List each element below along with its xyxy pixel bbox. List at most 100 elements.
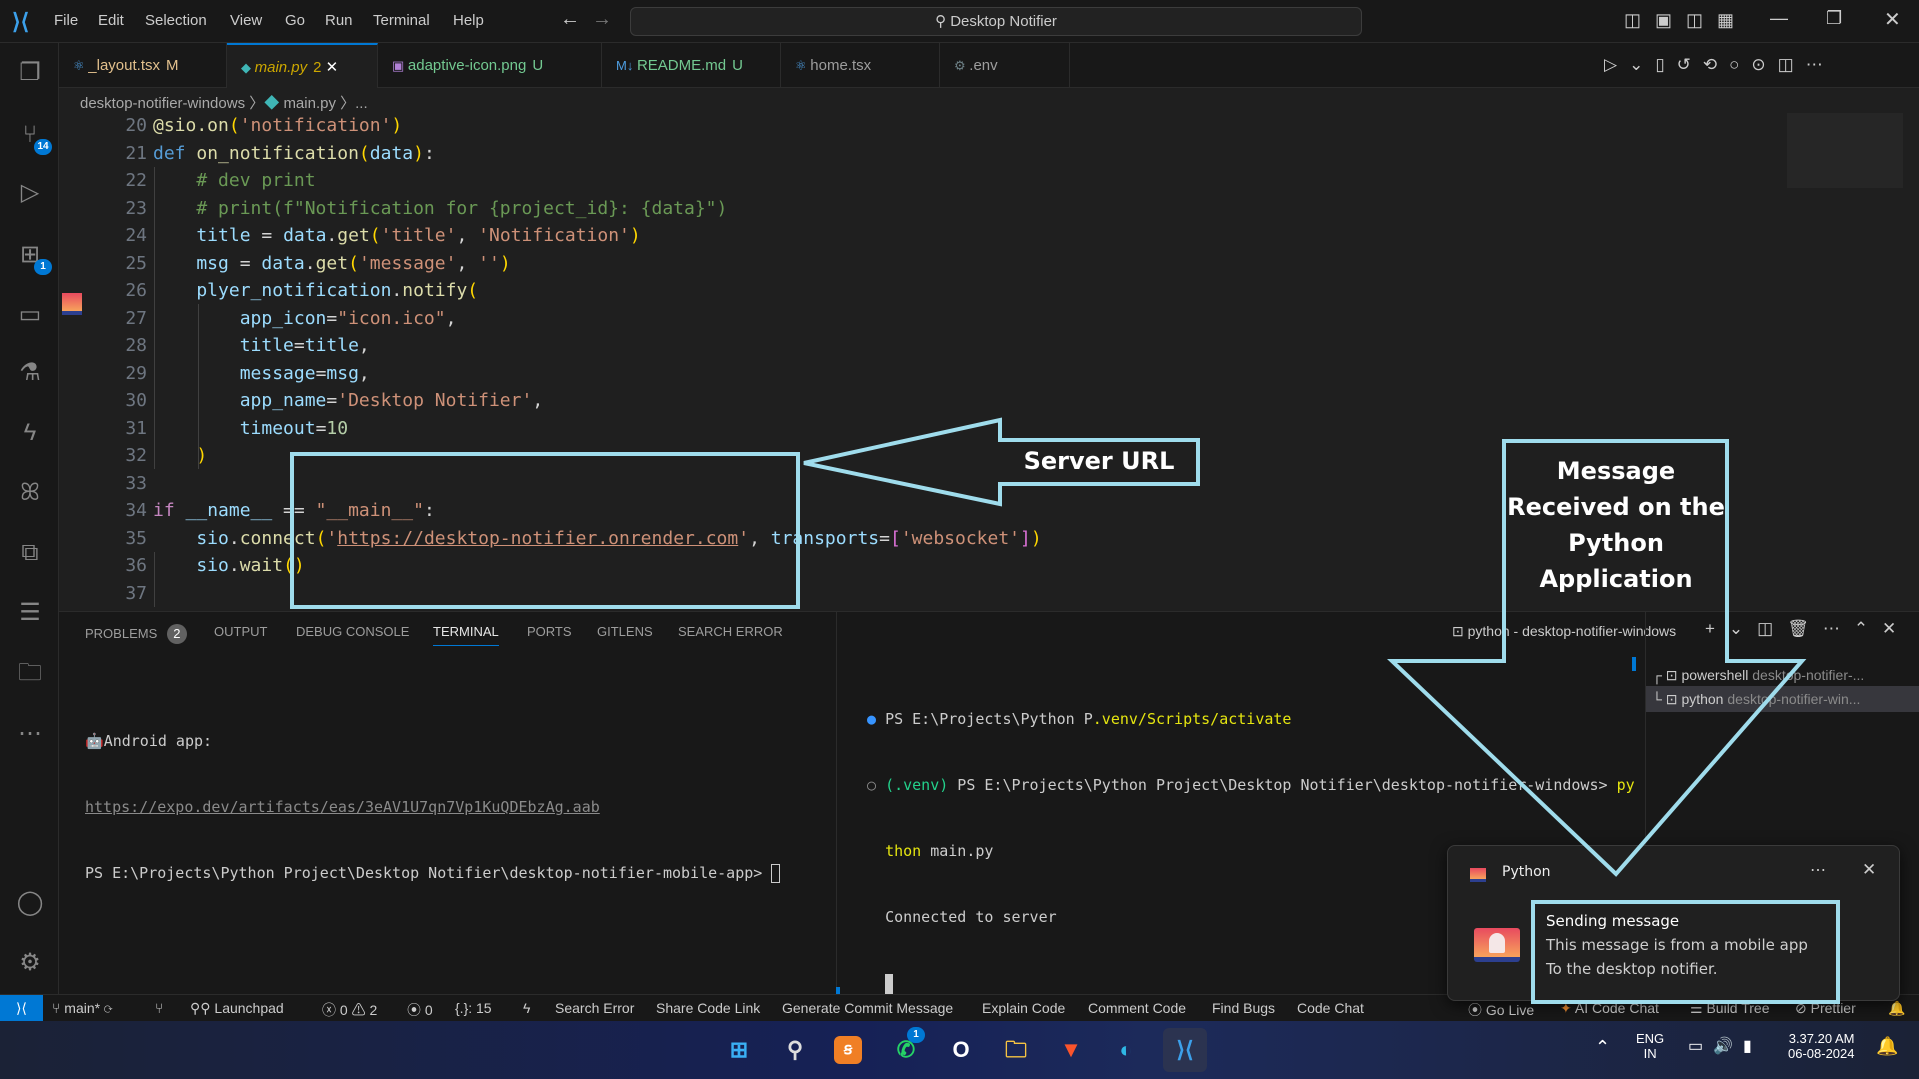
account-icon[interactable]: ◯: [14, 887, 46, 919]
status-search-error[interactable]: Search Error: [555, 1000, 634, 1016]
lightning-icon[interactable]: ϟ: [523, 1000, 530, 1016]
menu-view[interactable]: View: [230, 12, 262, 29]
extensions-icon[interactable]: ⊞ 1: [14, 239, 52, 275]
code-line[interactable]: title = data.get('title', 'Notification'…: [153, 222, 640, 250]
terminal-list-item[interactable]: ┌ ⊡ powershell desktop-notifier-...: [1646, 664, 1919, 686]
tab-output[interactable]: OUTPUT: [214, 624, 267, 639]
back-arrow-icon[interactable]: ←: [560, 8, 580, 31]
edge-icon[interactable]: ◐: [1109, 1033, 1143, 1067]
code-line[interactable]: message=msg,: [153, 360, 370, 388]
code-line[interactable]: # print(f"Notification for {project_id}:…: [153, 195, 727, 223]
scrollbar[interactable]: [1632, 657, 1636, 671]
editor-actions-icons[interactable]: ▷⌄▯↺⟲○⊙◫⋯: [1604, 55, 1835, 75]
status-go-live[interactable]: ⦿ Go Live: [1468, 1000, 1534, 1020]
forward-arrow-icon[interactable]: →: [592, 8, 612, 31]
status-prettier[interactable]: ⊘ Prettier: [1795, 1000, 1856, 1017]
opera-gx-icon[interactable]: O: [944, 1033, 978, 1067]
breadcrumb-folder[interactable]: desktop-notifier-windows: [80, 95, 245, 112]
close-notification-icon[interactable]: ✕: [1862, 860, 1876, 880]
remote-indicator-icon[interactable]: ⟩⟨: [0, 995, 43, 1022]
vscode-icon[interactable]: ⟩⟨: [1163, 1028, 1207, 1072]
layout-toggle-icons[interactable]: ◫▣◫▦: [1624, 10, 1748, 31]
status-build-tree[interactable]: ☰ Build Tree: [1690, 1000, 1770, 1017]
more-options-icon[interactable]: ⋯: [1810, 860, 1826, 880]
code-line[interactable]: sio.connect('https://desktop-notifier.on…: [153, 525, 1041, 553]
command-center-search[interactable]: ⚲ Desktop Notifier: [630, 7, 1362, 36]
tab-problems[interactable]: PROBLEMS 2: [85, 624, 187, 644]
brave-icon[interactable]: ▼: [1054, 1033, 1088, 1067]
status-ai-code-chat[interactable]: ✦ AI Code Chat: [1560, 1000, 1659, 1017]
minimap[interactable]: [1787, 113, 1903, 188]
run-debug-icon[interactable]: ▷: [14, 177, 46, 209]
tab-adaptive-icon-png[interactable]: ▣ adaptive-icon.png U: [378, 43, 602, 88]
terminal-left[interactable]: 🤖Android app: https://expo.dev/artifacts…: [85, 686, 781, 928]
menu-run[interactable]: Run: [325, 12, 353, 29]
xampp-icon[interactable]: ꞩ: [834, 1036, 862, 1064]
folder-icon[interactable]: 🗀: [14, 657, 46, 689]
show-hidden-icons-chevron[interactable]: ⌃: [1595, 1037, 1610, 1058]
explorer-icon[interactable]: ❐: [14, 57, 46, 89]
tab-terminal[interactable]: TERMINAL: [433, 624, 499, 646]
status-find-bugs[interactable]: Find Bugs: [1212, 1000, 1275, 1016]
close-window-button[interactable]: ✕: [1884, 7, 1901, 32]
problems-indicator[interactable]: ⓧ 0 ⚠ 2: [322, 1000, 377, 1020]
terminal-selector[interactable]: ⊡ python - desktop-notifier-windows: [1452, 623, 1676, 640]
breadcrumb-symbol[interactable]: ...: [355, 95, 368, 112]
terminal-split-divider[interactable]: [836, 612, 837, 995]
tab-gitlens[interactable]: GITLENS: [597, 624, 653, 639]
code-line[interactable]: title=title,: [153, 332, 370, 360]
tab-main-py[interactable]: ◆ main.py 2 ✕: [227, 43, 378, 88]
menu-edit[interactable]: Edit: [98, 12, 124, 29]
lightning-icon[interactable]: ϟ: [14, 417, 46, 449]
outline-icon[interactable]: ☰: [14, 597, 46, 629]
testing-icon[interactable]: ⚗: [14, 357, 46, 389]
language-indicator[interactable]: ENG IN: [1636, 1031, 1664, 1061]
menu-selection[interactable]: Selection: [145, 12, 207, 29]
whatsapp-icon[interactable]: ✆ 1: [889, 1027, 925, 1067]
menu-help[interactable]: Help: [453, 12, 484, 29]
code-line[interactable]: sio.wait(): [153, 552, 304, 580]
branch-indicator[interactable]: ⑂ main* ⟳: [52, 1000, 112, 1016]
breadcrumb-file[interactable]: main.py: [283, 95, 336, 112]
code-line[interactable]: # dev print: [153, 167, 315, 195]
artifact-link[interactable]: https://expo.dev/artifacts/eas/3eAV1U7qn…: [85, 796, 780, 818]
system-tray-icons[interactable]: ▭🔊▮: [1688, 1036, 1762, 1056]
settings-gear-icon[interactable]: ⚙: [14, 947, 46, 979]
search-icon[interactable]: ⚲: [778, 1033, 812, 1067]
code-line[interactable]: @sio.on('notification'): [153, 113, 402, 140]
panel-actions-icons[interactable]: +⌄◫🗑⋯⌃✕: [1705, 619, 1910, 639]
status-generate-commit-message[interactable]: Generate Commit Message: [782, 1000, 953, 1016]
source-control-icon[interactable]: ⑂ 14: [14, 119, 52, 155]
code-line[interactable]: timeout=10: [153, 415, 348, 443]
status-comment-code[interactable]: Comment Code: [1088, 1000, 1186, 1016]
tab-ports[interactable]: PORTS: [527, 624, 572, 639]
restore-button[interactable]: ❐: [1826, 8, 1842, 29]
tab-env[interactable]: ⚙ .env: [940, 43, 1070, 88]
gitlens-icon[interactable]: ⑂: [155, 1000, 163, 1016]
windows-toast-notification[interactable]: Python ⋯ ✕ Sending message This message …: [1447, 845, 1900, 1001]
remote-explorer-icon[interactable]: ▭: [14, 299, 46, 331]
file-explorer-icon[interactable]: 🗀: [999, 1033, 1033, 1067]
figma-icon[interactable]: ꕤ: [14, 477, 46, 509]
close-tab-icon[interactable]: ✕: [321, 59, 339, 76]
code-line[interactable]: def on_notification(data):: [153, 140, 435, 168]
menu-go[interactable]: Go: [285, 12, 305, 29]
minimize-button[interactable]: —: [1770, 8, 1788, 29]
windows-start-icon[interactable]: ⊞: [722, 1033, 756, 1067]
terminal-list-item[interactable]: └ ⊡ python desktop-notifier-win...: [1646, 686, 1919, 712]
notification-center-bell-icon[interactable]: 🔔: [1876, 1036, 1898, 1057]
code-line[interactable]: if __name__ == "__main__":: [153, 497, 435, 525]
status-code-chat[interactable]: Code Chat: [1297, 1000, 1364, 1016]
braces-indicator[interactable]: {.}: 15: [455, 1000, 492, 1016]
code-line[interactable]: msg = data.get('message', ''): [153, 250, 510, 278]
launchpad-button[interactable]: ⚲⚲ Launchpad: [190, 1000, 284, 1017]
gitlens-icon[interactable]: ⧉: [14, 537, 46, 569]
code-line[interactable]: ): [153, 442, 207, 470]
clock[interactable]: 3.37.20 AM 06-08-2024: [1788, 1031, 1855, 1061]
tab-debug-console[interactable]: DEBUG CONSOLE: [296, 624, 409, 639]
code-line[interactable]: app_name='Desktop Notifier',: [153, 387, 543, 415]
ports-indicator[interactable]: ⦿ 0: [407, 1000, 433, 1020]
tab-layout-tsx[interactable]: ⚛ _layout.tsx M: [59, 43, 227, 88]
menu-file[interactable]: File: [54, 12, 78, 29]
menu-terminal[interactable]: Terminal: [373, 12, 430, 29]
